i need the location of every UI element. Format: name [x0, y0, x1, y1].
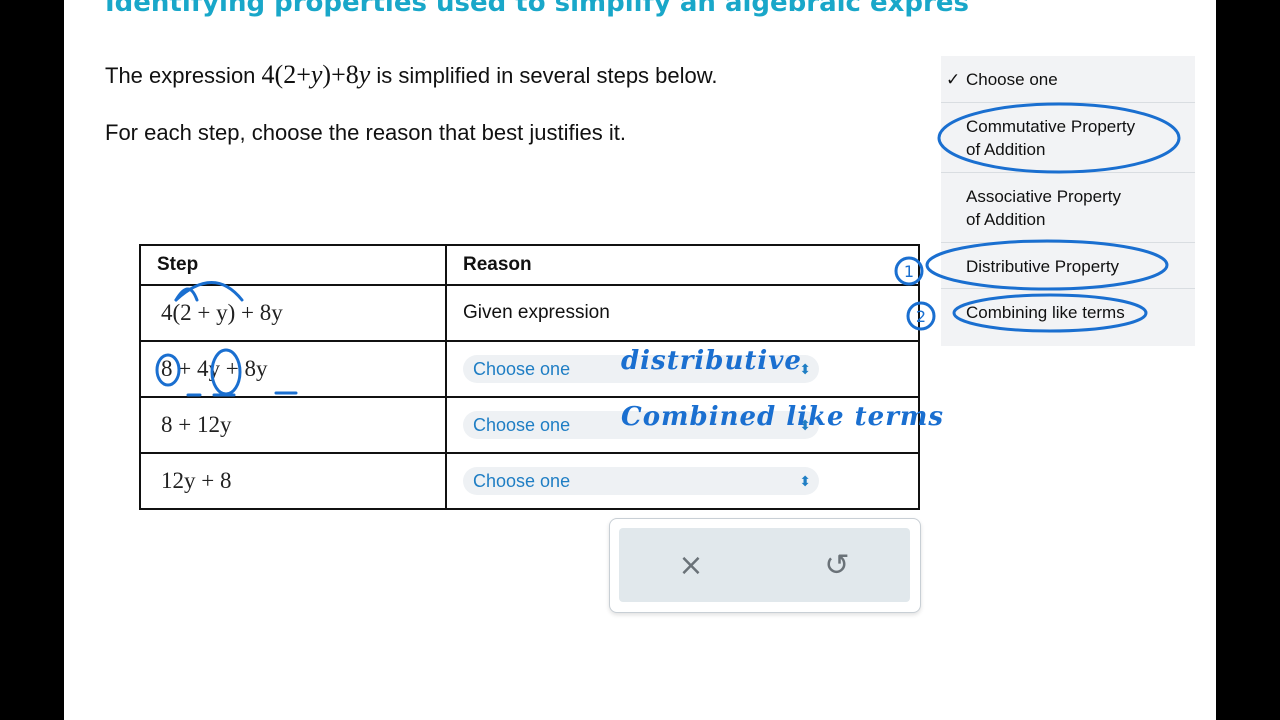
column-header-step: Step — [139, 244, 447, 286]
table-row: 4(2 + y) + 8y Given expression — [139, 284, 920, 342]
answer-toolbar: × ↺ — [609, 518, 921, 613]
menu-item-choose-one[interactable]: ✓ Choose one — [941, 68, 1195, 91]
clear-button[interactable]: × — [661, 544, 721, 588]
intro-suffix: is simplified in several steps below. — [370, 63, 718, 88]
step-expression: 12y + 8 — [139, 452, 447, 510]
select-value: Choose one — [473, 415, 571, 435]
instruction-text: For each step, choose the reason that be… — [105, 120, 626, 145]
reason-given: Given expression — [463, 302, 610, 323]
toolbar-panel: × ↺ — [619, 528, 910, 602]
reason-cell: Choose one Combined like terms ⬍ — [445, 396, 943, 454]
reason-cell: Choose one distributive ⬍ — [445, 340, 920, 398]
worksheet-page: Identifying properties used to simplify … — [64, 0, 1216, 720]
table-header-row: Step Reason — [139, 244, 920, 286]
intro-expression: 4(2+y)+8y — [261, 60, 371, 89]
reason-select[interactable]: Choose one distributive ⬍ — [463, 347, 819, 383]
select-value: Choose one — [473, 471, 571, 491]
handwritten-answer: Combined like terms — [621, 402, 945, 432]
table-row: 8 + 12y Choose one Combined like terms ⬍ — [139, 396, 943, 454]
step-expression: 8 + 12y — [139, 396, 447, 454]
handwritten-answer: distributive — [621, 346, 802, 376]
undo-button[interactable]: ↺ — [807, 544, 867, 588]
step-expression: 4(2 + y) + 8y — [139, 284, 447, 342]
step-expression: 8 + 4y + 8y — [139, 340, 447, 398]
undo-icon: ↺ — [824, 548, 850, 583]
column-header-reason: Reason — [445, 244, 920, 286]
steps-table: Step Reason 4(2 + y) + 8y Given expressi… — [139, 244, 943, 510]
menu-item-commutative[interactable]: Commutative Property of Addition — [941, 102, 1195, 161]
reason-select[interactable]: Choose one ⬍ — [463, 467, 819, 495]
chevron-updown-icon: ⬍ — [799, 361, 811, 377]
reason-dropdown-menu: ✓ Choose one Commutative Property of Add… — [941, 56, 1195, 346]
check-icon: ✓ — [946, 70, 961, 89]
reason-cell: Choose one ⬍ — [445, 452, 920, 510]
intro-text: The expression 4(2+y)+8y is simplified i… — [105, 60, 718, 90]
menu-item-distributive[interactable]: Distributive Property — [941, 242, 1195, 278]
table-row: 8 + 4y + 8y Choose one distributive ⬍ — [139, 340, 920, 398]
close-icon: × — [678, 548, 704, 583]
table-row: 12y + 8 Choose one ⬍ — [139, 452, 920, 510]
reason-select[interactable]: Choose one Combined like terms ⬍ — [463, 403, 943, 439]
reason-cell: Given expression — [445, 284, 920, 342]
page-title: Identifying properties used to simplify … — [105, 0, 969, 18]
intro-prefix: The expression — [105, 63, 262, 88]
menu-item-combining[interactable]: Combining like terms — [941, 288, 1195, 324]
chevron-updown-icon: ⬍ — [799, 473, 811, 489]
chevron-updown-icon: ⬍ — [799, 417, 811, 433]
select-value: Choose one — [473, 359, 571, 379]
menu-item-associative[interactable]: Associative Property of Addition — [941, 172, 1195, 231]
